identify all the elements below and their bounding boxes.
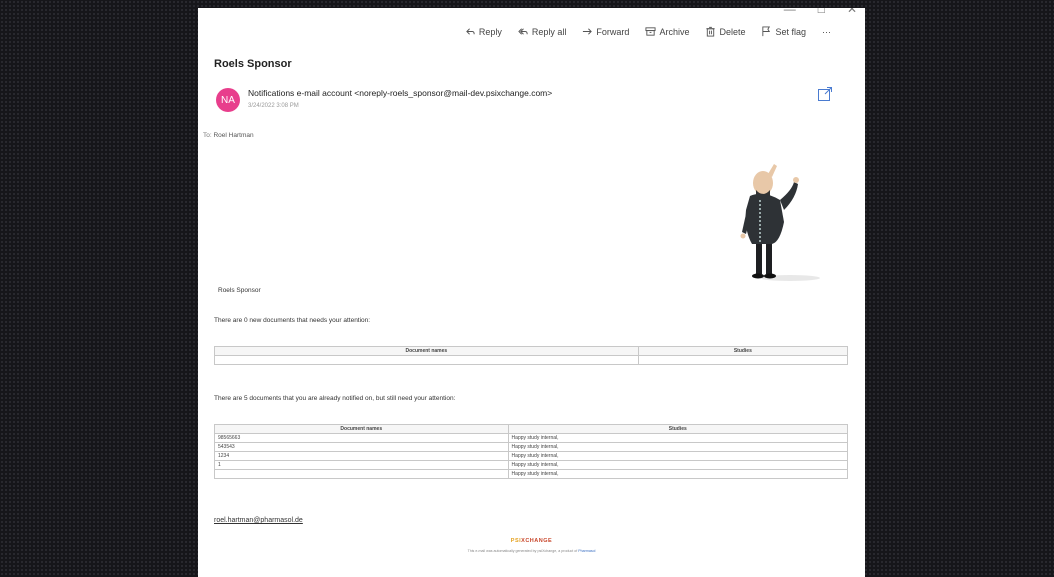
to-label: To: bbox=[203, 132, 212, 139]
notified-documents-text: There are 5 documents that you are alrea… bbox=[214, 395, 456, 402]
column-header-document-names: Document names bbox=[214, 346, 639, 356]
table-row bbox=[214, 355, 849, 365]
footer-note: This e-mail was automatically generated … bbox=[198, 549, 865, 553]
table-row: 543543 Happy study internal, bbox=[214, 442, 849, 452]
archive-button[interactable]: Archive bbox=[645, 26, 689, 37]
sender-avatar[interactable]: NA bbox=[216, 88, 240, 112]
table-row: 1234 Happy study internal, bbox=[214, 451, 849, 461]
table-header-row: Document names Studies bbox=[214, 346, 849, 356]
study-cell bbox=[637, 355, 849, 365]
column-header-document-names: Document names bbox=[214, 424, 509, 434]
sent-date: 3/24/2022 3:08 PM bbox=[248, 103, 299, 109]
column-header-studies: Studies bbox=[637, 346, 849, 356]
archive-icon bbox=[645, 27, 656, 36]
reply-button[interactable]: Reply bbox=[465, 26, 502, 37]
more-icon: ··· bbox=[822, 26, 831, 37]
logo-part-2: XCHANGE bbox=[521, 538, 553, 544]
reply-icon bbox=[466, 28, 475, 35]
study-cell: Happy study internal, bbox=[507, 460, 849, 470]
close-icon[interactable]: ✕ bbox=[847, 8, 857, 16]
table-header-row: Document names Studies bbox=[214, 424, 849, 434]
open-in-new-window-icon[interactable] bbox=[817, 86, 833, 102]
document-name-cell: 1 bbox=[214, 460, 509, 470]
document-name-cell: 98565663 bbox=[214, 433, 509, 443]
reply-all-button[interactable]: Reply all bbox=[518, 26, 566, 37]
email-reading-window: — □ ✕ Reply Reply all Forward Archive De… bbox=[198, 8, 865, 577]
recipient-line: To: Roel Hartman bbox=[203, 132, 254, 139]
maximize-icon[interactable]: □ bbox=[818, 8, 825, 16]
document-name-cell: 543543 bbox=[214, 442, 509, 452]
window-controls: — □ ✕ bbox=[784, 8, 857, 16]
email-subject: Roels Sponsor bbox=[214, 58, 292, 70]
study-cell: Happy study internal, bbox=[507, 442, 849, 452]
document-name-cell bbox=[214, 355, 639, 365]
document-name-cell: 1234 bbox=[214, 451, 509, 461]
psixchange-logo: PSIXCHANGE bbox=[198, 538, 865, 544]
flag-icon bbox=[762, 26, 771, 37]
study-cell: Happy study internal, bbox=[507, 469, 849, 479]
minimize-icon[interactable]: — bbox=[784, 8, 796, 16]
table-row: Happy study internal, bbox=[214, 469, 849, 479]
reply-all-icon bbox=[518, 28, 528, 35]
document-name-cell bbox=[214, 469, 509, 479]
study-cell: Happy study internal, bbox=[507, 451, 849, 461]
footer-note-text: This e-mail was automatically generated … bbox=[467, 549, 578, 553]
greeting-text: Roels Sponsor bbox=[218, 287, 261, 294]
logo-part-1: PSI bbox=[510, 538, 522, 544]
cartoon-character-image bbox=[740, 164, 820, 281]
forward-button[interactable]: Forward bbox=[582, 26, 629, 37]
notified-documents-table: Document names Studies 98565663 Happy st… bbox=[214, 424, 849, 479]
recipient-name[interactable]: Roel Hartman bbox=[213, 132, 253, 139]
trash-icon bbox=[706, 26, 716, 37]
forward-icon bbox=[583, 28, 593, 35]
email-address-link[interactable]: roel.hartman@pharmasol.de bbox=[214, 517, 303, 524]
table-row: 1 Happy study internal, bbox=[214, 460, 849, 470]
footer-note-link[interactable]: Pharmasol bbox=[578, 549, 595, 553]
message-toolbar: Reply Reply all Forward Archive Delete S… bbox=[465, 26, 831, 37]
delete-button[interactable]: Delete bbox=[705, 26, 745, 37]
new-documents-table: Document names Studies bbox=[214, 346, 849, 365]
table-row: 98565663 Happy study internal, bbox=[214, 433, 849, 443]
column-header-studies: Studies bbox=[507, 424, 849, 434]
more-options-button[interactable]: ··· bbox=[822, 27, 831, 37]
study-cell: Happy study internal, bbox=[507, 433, 849, 443]
set-flag-button[interactable]: Set flag bbox=[761, 26, 806, 37]
sender-address[interactable]: Notifications e-mail account <noreply-ro… bbox=[248, 88, 552, 98]
new-documents-text: There are 0 new documents that needs you… bbox=[214, 317, 371, 324]
